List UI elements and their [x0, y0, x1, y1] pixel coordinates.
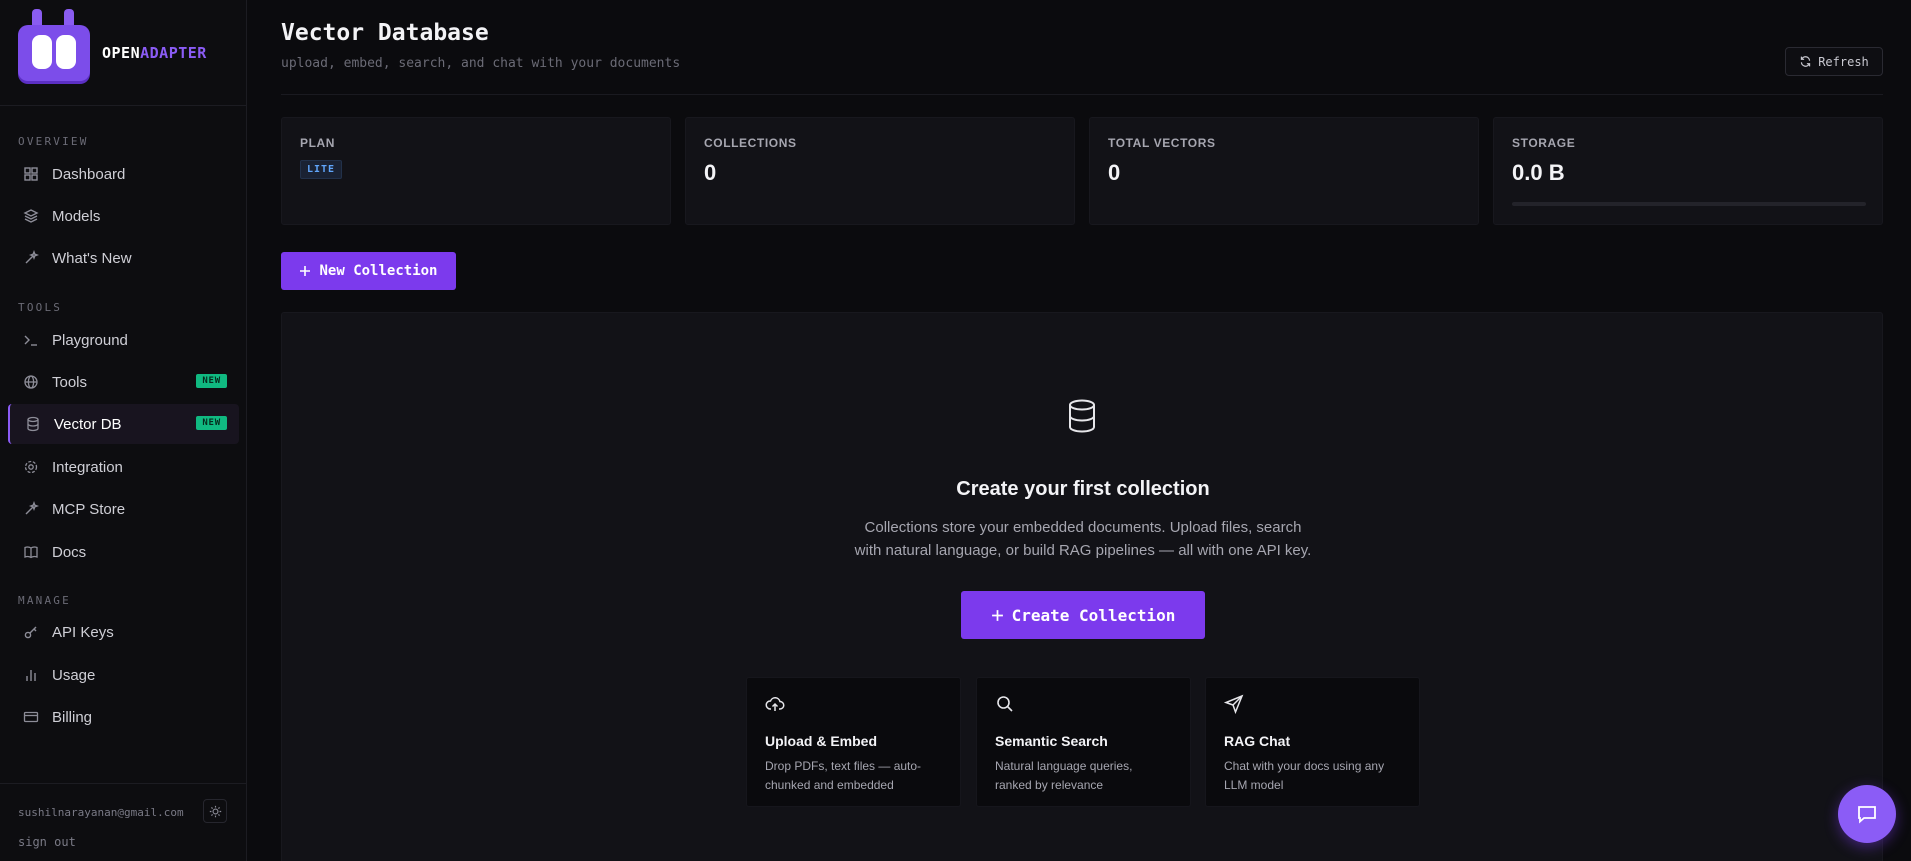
sidebar-item-api-keys[interactable]: API Keys [8, 612, 239, 652]
grid-icon [22, 165, 40, 183]
empty-state-description: Collections store your embedded document… [864, 519, 1302, 536]
header-divider [281, 94, 1883, 95]
cloud-upload-icon [765, 697, 785, 711]
theme-toggle-button[interactable] [203, 799, 227, 823]
empty-state-panel: Create your first collection Collections… [281, 312, 1883, 861]
sidebar-item-label: Vector DB [54, 415, 122, 433]
credit-card-icon [22, 708, 40, 726]
sidebar-item-mcp-store[interactable]: MCP Store [8, 489, 239, 529]
sun-icon [209, 805, 221, 817]
feature-description: Drop PDFs, text files — auto-chunked and… [765, 759, 922, 792]
sidebar-item-integration[interactable]: Integration [8, 447, 239, 487]
sidebar-item-label: Usage [52, 666, 96, 684]
sidebar-item-playground[interactable]: Playground [8, 320, 239, 360]
brand-name-part1: OPEN [102, 43, 141, 62]
stat-card-total-vectors: TOTAL VECTORS 0 [1089, 117, 1479, 225]
brand[interactable]: OPENADAPTER [0, 0, 246, 106]
new-collection-label: New Collection [319, 263, 438, 279]
page-subtitle: upload, embed, search, and chat with you… [281, 56, 681, 71]
stat-value: 0 [704, 160, 717, 185]
sidebar-item-label: Docs [52, 543, 87, 561]
stat-label: COLLECTIONS [704, 136, 797, 150]
sidebar-item-label: Models [52, 207, 101, 225]
refresh-icon [1801, 56, 1811, 67]
stat-value: 0 [1108, 160, 1121, 185]
stat-label: TOTAL VECTORS [1108, 136, 1216, 150]
nav-section-manage: MANAGE [18, 594, 71, 607]
stat-value: 0.0 B [1512, 160, 1565, 185]
layers-icon [22, 207, 40, 225]
book-icon [22, 543, 40, 561]
new-badge: NEW [196, 416, 227, 430]
sidebar-item-vector-db[interactable]: Vector DB NEW [8, 404, 239, 444]
plus-icon [300, 266, 311, 276]
sidebar-item-label: What's New [52, 249, 132, 267]
empty-state-description: with natural language, or build RAG pipe… [854, 542, 1312, 559]
feature-title: RAG Chat [1224, 733, 1291, 749]
refresh-label: Refresh [1818, 54, 1869, 69]
create-collection-label: Create Collection [1011, 605, 1176, 625]
send-icon [1223, 694, 1244, 715]
sidebar-item-models[interactable]: Models [8, 196, 239, 236]
feature-card-upload: Upload & Embed Drop PDFs, text files — a… [746, 677, 961, 807]
sign-out-link[interactable]: sign out [18, 835, 76, 849]
sparkle-icon [22, 500, 40, 518]
user-email: sushilnarayanan@gmail.com [18, 806, 184, 819]
new-badge: NEW [196, 374, 227, 388]
sidebar-item-label: Integration [52, 458, 123, 476]
feature-description: Chat with your docs using any LLM model [1224, 759, 1385, 792]
chat-bubble-icon [1858, 806, 1876, 824]
sidebar-item-label: API Keys [52, 623, 114, 641]
storage-usage-bar [1512, 202, 1866, 206]
sidebar-item-billing[interactable]: Billing [8, 697, 239, 737]
stat-card-plan: PLAN LITE [281, 117, 671, 225]
sparkle-icon [22, 249, 40, 267]
stat-card-storage: STORAGE 0.0 B [1493, 117, 1883, 225]
database-icon [24, 415, 42, 433]
database-icon [1069, 399, 1095, 433]
sidebar-item-label: Playground [52, 331, 128, 349]
chat-widget-button[interactable] [1838, 785, 1896, 843]
sidebar: OPENADAPTER OVERVIEW Dashboard Models Wh… [0, 0, 247, 861]
stat-label: STORAGE [1512, 136, 1576, 150]
feature-card-rag-chat: RAG Chat Chat with your docs using any L… [1205, 677, 1420, 807]
new-collection-button[interactable]: New Collection [281, 252, 456, 290]
brand-name: OPENADAPTER [102, 44, 207, 62]
sidebar-item-label: Dashboard [52, 165, 126, 183]
empty-state-title: Create your first collection [956, 478, 1210, 500]
bar-chart-icon [22, 666, 40, 684]
sidebar-item-label: Billing [52, 708, 93, 726]
gear-icon [22, 458, 40, 476]
page-title: Vector Database [281, 20, 489, 46]
feature-title: Semantic Search [995, 733, 1108, 749]
logo-icon [18, 8, 90, 81]
sidebar-item-label: MCP Store [52, 500, 126, 518]
plus-icon [991, 609, 1003, 621]
sidebar-footer: sushilnarayanan@gmail.com sign out [0, 783, 247, 861]
globe-icon [22, 373, 40, 391]
plan-badge: LITE [300, 160, 343, 179]
brand-name-part2: ADAPTER [140, 43, 207, 62]
sidebar-item-dashboard[interactable]: Dashboard [8, 154, 239, 194]
refresh-button[interactable]: Refresh [1785, 47, 1883, 76]
stat-label: PLAN [300, 136, 336, 150]
key-icon [22, 623, 40, 641]
create-collection-button[interactable]: Create Collection [961, 591, 1205, 639]
nav-section-tools: TOOLS [18, 301, 63, 314]
stat-card-collections: COLLECTIONS 0 [685, 117, 1075, 225]
feature-description: Natural language queries, ranked by rele… [995, 759, 1133, 792]
feature-title: Upload & Embed [765, 733, 878, 749]
terminal-icon [22, 331, 40, 349]
sidebar-item-docs[interactable]: Docs [8, 532, 239, 572]
nav-section-overview: OVERVIEW [18, 135, 89, 148]
sidebar-item-tools[interactable]: Tools NEW [8, 362, 239, 402]
search-icon [997, 696, 1013, 712]
sidebar-item-usage[interactable]: Usage [8, 655, 239, 695]
sidebar-item-label: Tools [52, 373, 88, 391]
sidebar-item-whats-new[interactable]: What's New [8, 238, 239, 278]
feature-card-search: Semantic Search Natural language queries… [976, 677, 1191, 807]
